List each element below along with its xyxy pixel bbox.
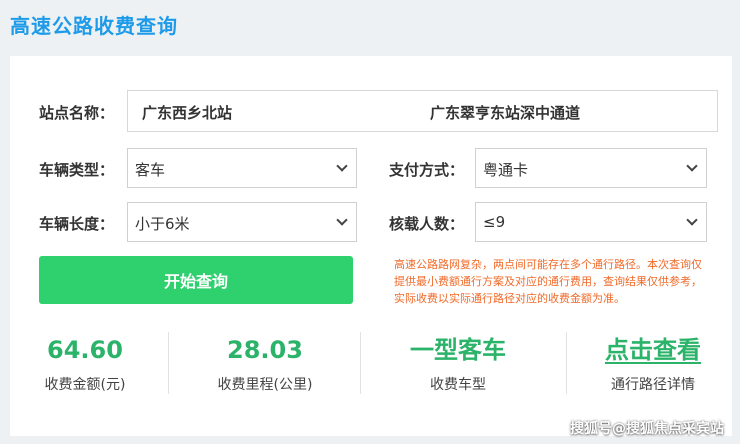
toll-distance-value: 28.03 bbox=[227, 336, 303, 364]
chevron-down-icon bbox=[686, 160, 698, 172]
vehicle-length-label: 车辆长度： bbox=[39, 215, 115, 233]
toll-distance-caption: 收费里程(公里) bbox=[217, 377, 313, 393]
station-label: 站点名称： bbox=[39, 104, 115, 122]
vehicle-length-value: 小于6米 bbox=[135, 215, 190, 233]
passengers-select[interactable]: ≤9 bbox=[475, 202, 707, 242]
result-divider bbox=[168, 332, 169, 394]
payment-value: 粤通卡 bbox=[483, 161, 529, 179]
payment-select[interactable]: 粤通卡 bbox=[475, 148, 707, 188]
start-query-button[interactable]: 开始查询 bbox=[39, 256, 353, 304]
result-distance: 28.03 收费里程(公里) bbox=[190, 332, 340, 394]
watermark: 搜狐号@搜狐焦点采宾站 bbox=[570, 421, 724, 437]
from-station-value[interactable]: 广东西乡北站 bbox=[142, 102, 232, 123]
result-divider bbox=[566, 332, 567, 394]
result-route-details: 点击查看 通行路径详情 bbox=[578, 332, 728, 394]
chevron-down-icon bbox=[336, 160, 348, 172]
result-vehicle-class: 一型客车 收费车型 bbox=[383, 332, 533, 394]
page-title: 高速公路收费查询 bbox=[10, 14, 178, 38]
result-amount: 64.60 收费金额(元) bbox=[10, 332, 160, 394]
chevron-down-icon bbox=[686, 214, 698, 226]
passengers-value: ≤9 bbox=[483, 213, 506, 231]
vehicle-type-select[interactable]: 客车 bbox=[127, 148, 357, 188]
vehicle-type-value: 客车 bbox=[135, 161, 166, 179]
vehicle-type-label: 车辆类型： bbox=[39, 161, 115, 179]
passengers-label: 核载人数： bbox=[389, 215, 465, 233]
chevron-down-icon bbox=[336, 214, 348, 226]
vehicle-class-value: 一型客车 bbox=[410, 336, 506, 364]
result-divider bbox=[360, 332, 361, 394]
toll-amount-caption: 收费金额(元) bbox=[44, 377, 126, 393]
view-route-link[interactable]: 点击查看 bbox=[578, 332, 728, 368]
vehicle-class-caption: 收费车型 bbox=[430, 377, 486, 393]
toll-amount-value: 64.60 bbox=[47, 336, 123, 364]
vehicle-length-select[interactable]: 小于6米 bbox=[127, 202, 357, 242]
to-station-value[interactable]: 广东翠亨东站深中通道 bbox=[430, 102, 580, 123]
payment-label: 支付方式： bbox=[389, 161, 465, 179]
toll-query-form: 站点名称： 广东西乡北站 广东翠亨东站深中通道 车辆类型： 客车 支付方式： 粤… bbox=[10, 56, 732, 436]
station-input[interactable]: 广东西乡北站 广东翠亨东站深中通道 bbox=[127, 90, 718, 132]
route-details-caption: 通行路径详情 bbox=[611, 377, 695, 393]
route-notice: 高速公路路网复杂，两点间可能存在多个通行路径。本次查询仅提供最小费额通行方案及对… bbox=[394, 258, 702, 305]
